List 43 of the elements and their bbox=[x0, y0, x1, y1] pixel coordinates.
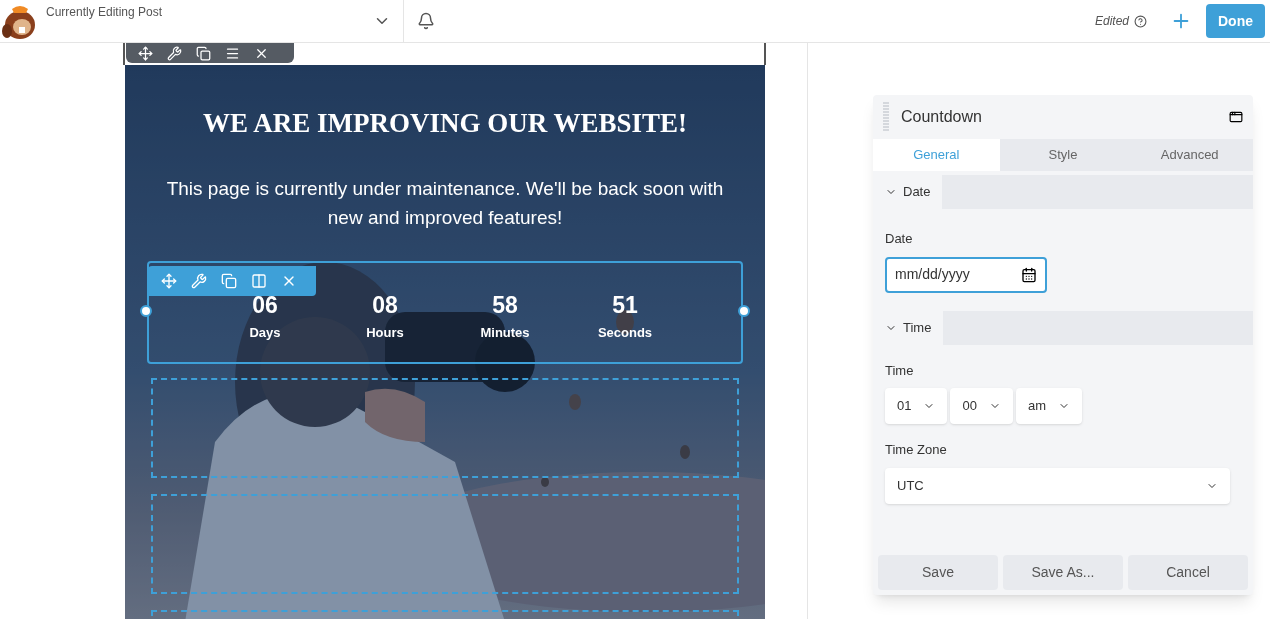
status-text: Edited bbox=[1094, 13, 1129, 30]
panel-tab[interactable]: Style bbox=[999, 139, 1127, 171]
countdown-value: 51 bbox=[612, 290, 638, 319]
date-field[interactable]: mm/dd/yyyy bbox=[885, 256, 1047, 293]
section-header[interactable]: Time bbox=[873, 310, 944, 345]
countdown-value: 08 bbox=[372, 290, 398, 319]
copy-icon[interactable] bbox=[221, 273, 237, 289]
field-label: Time bbox=[885, 361, 915, 380]
calendar-icon bbox=[1021, 266, 1037, 283]
notifications-icon[interactable] bbox=[417, 12, 435, 30]
field-label: Time Zone bbox=[885, 441, 948, 459]
panel-title: Countdown bbox=[901, 107, 982, 127]
drag-handle-icon[interactable] bbox=[883, 102, 889, 132]
move-icon[interactable] bbox=[138, 45, 153, 61]
time-select[interactable]: am bbox=[1015, 388, 1082, 424]
wrench-icon[interactable] bbox=[167, 45, 182, 61]
countdown-label: Hours bbox=[366, 323, 404, 342]
post-title: Currently Editing Post bbox=[46, 4, 163, 21]
hero-text: This page is currently under maintenance. We'll be back soon with new and improved features! bbox=[165, 176, 725, 230]
panel-button[interactable]: Save bbox=[878, 555, 998, 590]
date-placeholder: mm/dd/yyyy bbox=[895, 265, 970, 284]
wrench-icon[interactable] bbox=[191, 273, 207, 289]
panel-button[interactable]: Cancel bbox=[1128, 555, 1248, 590]
timezone-select[interactable]: UTC bbox=[885, 467, 1230, 504]
move-icon[interactable] bbox=[161, 273, 177, 289]
countdown-module[interactable]: 06 Days 08 Hours 58 Minutes 51 Seconds bbox=[147, 260, 743, 364]
help-icon[interactable] bbox=[1134, 14, 1147, 28]
countdown-value: 58 bbox=[492, 290, 518, 319]
countdown-label: Seconds bbox=[597, 323, 653, 342]
window-icon[interactable] bbox=[1229, 110, 1243, 124]
section-header[interactable]: Date bbox=[873, 175, 943, 209]
field-label: Date bbox=[885, 230, 914, 248]
copy-icon[interactable] bbox=[196, 45, 211, 61]
countdown-label: Days bbox=[249, 323, 281, 342]
columns-icon[interactable] bbox=[251, 273, 267, 289]
hero-heading: WE ARE IMPROVING OUR WEBSITE! bbox=[202, 107, 688, 140]
panel-button[interactable]: Save As... bbox=[1003, 555, 1123, 590]
time-select[interactable]: 01 bbox=[885, 388, 948, 424]
countdown-value: 06 bbox=[252, 290, 278, 319]
countdown-label: Minutes bbox=[480, 323, 530, 342]
menu-icon[interactable] bbox=[225, 45, 240, 61]
time-select[interactable]: 00 bbox=[950, 388, 1013, 424]
panel-tab[interactable]: Advanced bbox=[1126, 139, 1253, 171]
